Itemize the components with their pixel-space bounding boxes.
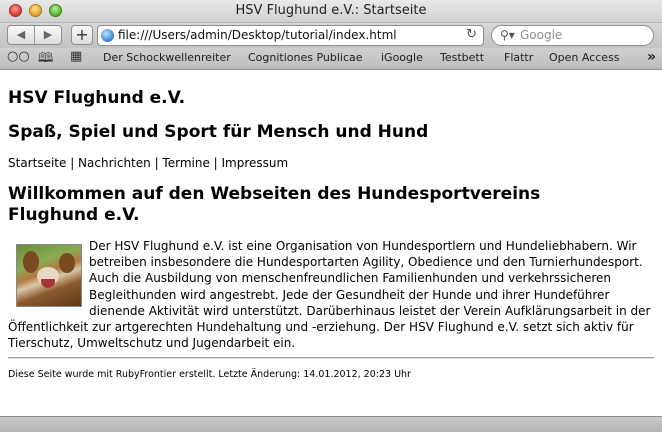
site-navigation: Startseite | Nachrichten | Termine | Imp… [8, 156, 288, 170]
paragraph-line: Auch die Ausbildung von menschenfreundli… [89, 271, 612, 286]
forward-arrow-icon: ▶ [43, 28, 53, 41]
paragraph-line: Begleithunden wird angestrebt. Jede der … [89, 287, 610, 302]
paragraph-line: Tierschutz, Umweltschutz und Jugendarbei… [8, 336, 296, 351]
site-subtitle: Spaß, Spiel und Sport für Mensch und Hun… [8, 122, 429, 142]
top-sites-grid-icon[interactable]: ▦ [70, 49, 82, 64]
title-bar: HSV Flughund e.V.: Startseite [0, 0, 662, 23]
nav-separator: | [150, 156, 163, 170]
search-field[interactable]: ⚲▾ Google [491, 25, 654, 46]
paragraph-line: Öffentlichkeit zur artgerechten Hundehal… [8, 320, 634, 335]
globe-icon [101, 29, 114, 42]
bookmark-open-access[interactable]: Open Access [549, 51, 620, 64]
paragraph-line: betreiben insbesondere die Hundesportart… [89, 255, 643, 270]
back-button[interactable]: ◀ [8, 26, 35, 44]
toolbar: ◀ ▶ + file:///Users/admin/Desktop/tutori… [0, 23, 662, 48]
bookmarks-bar: ○○ 🕮 ▦ Der Schockwellenreiter Cognitione… [0, 48, 662, 70]
page-content: HSV Flughund e.V. Spaß, Spiel und Sport … [0, 70, 662, 416]
reload-icon[interactable]: ↻ [466, 27, 477, 42]
paragraph-line: Der HSV Flughund e.V. ist eine Organisat… [89, 239, 637, 253]
page-footer: Diese Seite wurde mit RubyFrontier erste… [8, 369, 411, 380]
welcome-heading: Willkommen auf den Webseiten des Hundesp… [8, 184, 541, 225]
more-bookmarks-icon[interactable]: » [647, 49, 656, 65]
book-icon[interactable]: 🕮 [38, 49, 53, 71]
bookmark-igoogle[interactable]: iGoogle [381, 51, 423, 64]
nav-link-startseite[interactable]: Startseite [8, 156, 66, 170]
nav-separator: | [66, 156, 79, 170]
search-placeholder: Google [520, 28, 563, 42]
footer-divider [8, 357, 654, 359]
url-text[interactable]: file:///Users/admin/Desktop/tutorial/ind… [118, 28, 397, 42]
browser-window: HSV Flughund e.V.: Startseite ◀ ▶ + file… [0, 0, 662, 432]
forward-button[interactable]: ▶ [35, 26, 61, 44]
bookmark-schockwellenreiter[interactable]: Der Schockwellenreiter [103, 51, 231, 64]
nav-link-nachrichten[interactable]: Nachrichten [78, 156, 151, 170]
status-bar [0, 416, 662, 432]
back-forward-group: ◀ ▶ [7, 25, 62, 45]
paragraph-line: dienende Aktivität wird unterstützt. Dar… [89, 303, 651, 318]
reading-list-icon[interactable]: ○○ [7, 49, 30, 64]
nav-link-impressum[interactable]: Impressum [222, 156, 289, 170]
bookmark-cognitiones-publicae[interactable]: Cognitiones Publicae [248, 51, 363, 64]
window-title: HSV Flughund e.V.: Startseite [235, 3, 427, 18]
bookmark-flattr[interactable]: Flattr [504, 51, 533, 64]
nav-link-termine[interactable]: Termine [162, 156, 209, 170]
back-arrow-icon: ◀ [16, 28, 26, 41]
address-bar[interactable]: file:///Users/admin/Desktop/tutorial/ind… [97, 25, 484, 46]
intro-paragraph: Der HSV Flughund e.V. ist eine Organisat… [8, 238, 656, 351]
bookmark-testbett[interactable]: Testbett [440, 51, 484, 64]
magnifier-icon: ⚲▾ [500, 28, 515, 42]
site-title: HSV Flughund e.V. [8, 88, 186, 108]
nav-separator: | [209, 156, 222, 170]
plus-icon: + [75, 25, 89, 44]
add-bookmark-button[interactable]: + [71, 25, 93, 45]
